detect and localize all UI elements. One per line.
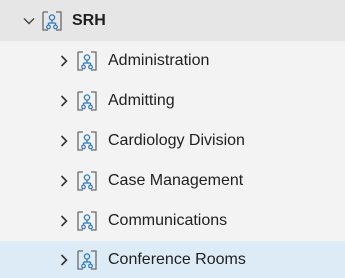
tree-node-communications[interactable]: Communications bbox=[0, 201, 345, 241]
chevron-down-icon[interactable] bbox=[20, 12, 38, 30]
chevron-right-icon[interactable] bbox=[55, 251, 73, 269]
tree-node-label: Case Management bbox=[108, 172, 244, 189]
organizational-unit-icon bbox=[75, 49, 99, 73]
chevron-right-icon[interactable] bbox=[55, 212, 73, 230]
organizational-unit-icon bbox=[40, 9, 64, 33]
ou-tree: SRH Administration Admitting Cardiology … bbox=[0, 0, 345, 278]
tree-node-label: Communications bbox=[108, 212, 228, 229]
chevron-right-icon[interactable] bbox=[55, 52, 73, 70]
tree-node-conference-rooms[interactable]: Conference Rooms bbox=[0, 241, 345, 278]
organizational-unit-icon bbox=[75, 129, 99, 153]
tree-node-label: Admitting bbox=[108, 92, 175, 109]
tree-node-administration[interactable]: Administration bbox=[0, 41, 345, 81]
organizational-unit-icon bbox=[75, 209, 99, 233]
tree-node-label: Conference Rooms bbox=[108, 250, 246, 268]
chevron-right-icon[interactable] bbox=[55, 92, 73, 110]
organizational-unit-icon bbox=[75, 89, 99, 113]
tree-node-label: Cardiology Division bbox=[108, 132, 245, 149]
tree-node-srh[interactable]: SRH bbox=[0, 0, 345, 41]
tree-node-case-management[interactable]: Case Management bbox=[0, 161, 345, 201]
tree-node-label: SRH bbox=[72, 11, 106, 29]
chevron-right-icon[interactable] bbox=[55, 172, 73, 190]
organizational-unit-icon bbox=[75, 248, 99, 272]
organizational-unit-icon bbox=[75, 169, 99, 193]
tree-node-label: Administration bbox=[108, 52, 210, 69]
tree-node-admitting[interactable]: Admitting bbox=[0, 81, 345, 121]
tree-node-cardiology-division[interactable]: Cardiology Division bbox=[0, 121, 345, 161]
chevron-right-icon[interactable] bbox=[55, 132, 73, 150]
